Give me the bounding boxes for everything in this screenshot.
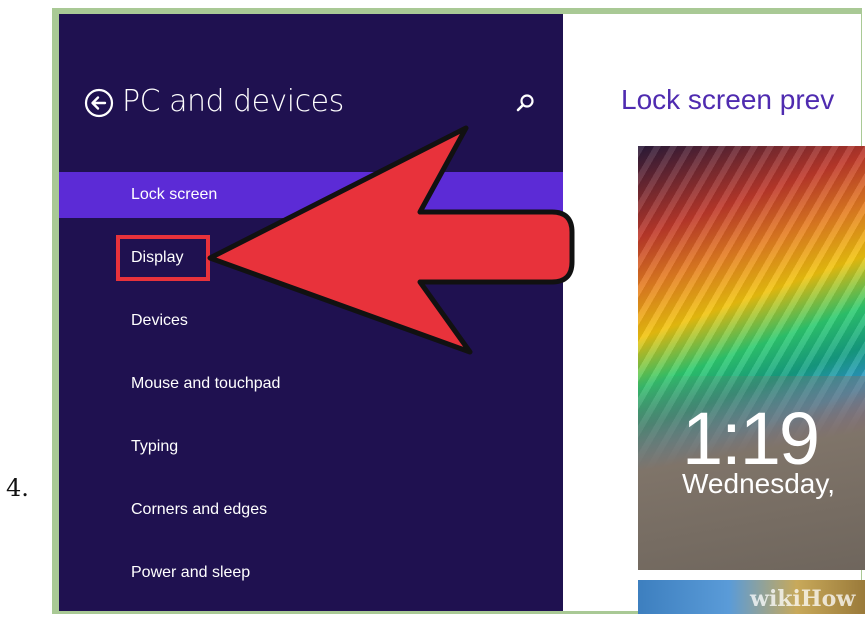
thumbnail-strip: wikiHow [638, 580, 865, 614]
step-number: 4. [6, 474, 29, 502]
nav-item-label: Lock screen [131, 186, 218, 203]
search-icon[interactable] [514, 92, 536, 114]
panel-title: PC and devices [122, 84, 344, 119]
preview-date: Wednesday, [682, 468, 836, 499]
display-highlight-box [116, 235, 210, 281]
preview-title: Lock screen prev [621, 84, 835, 115]
nav-item-typing[interactable]: Typing [59, 424, 563, 470]
nav-item-label: Devices [131, 312, 188, 329]
nav-item-lock-screen[interactable]: Lock screen [59, 172, 563, 218]
nav-item-label: Power and sleep [131, 564, 251, 581]
nav-item-power-and-sleep[interactable]: Power and sleep [59, 550, 563, 596]
lock-screen-preview-image: 1:19 Wednesday, [638, 146, 865, 570]
nav-item-label: Mouse and touchpad [131, 375, 281, 392]
back-arrow-circle-icon[interactable] [84, 88, 114, 118]
nav-item-label: Corners and edges [131, 501, 268, 518]
nav-item-label: Typing [131, 438, 179, 455]
nav-item-devices[interactable]: Devices [59, 298, 563, 344]
nav-item-mouse-and-touchpad[interactable]: Mouse and touchpad [59, 361, 563, 407]
wikihow-watermark: wikiHow [750, 586, 856, 612]
nav-item-corners-and-edges[interactable]: Corners and edges [59, 487, 563, 533]
